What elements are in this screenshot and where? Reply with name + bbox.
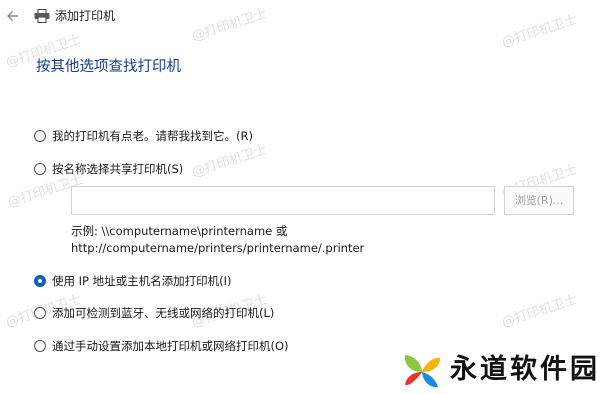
option-label: 按名称选择共享打印机(S) <box>52 162 184 176</box>
option-label: 我的打印机有点老。请帮我找到它。(R) <box>52 129 253 143</box>
page-title: 按其他选项查找打印机 <box>36 59 181 75</box>
brand-text: 永道软件园 <box>450 354 600 385</box>
window-title: 添加打印机 <box>55 9 116 23</box>
radio-button[interactable] <box>34 307 46 319</box>
radio-button-selected[interactable] <box>34 275 46 287</box>
brand-watermark: 永道软件园 <box>400 348 600 394</box>
option-ip-hostname[interactable]: 使用 IP 地址或主机名添加打印机(I) <box>34 272 232 290</box>
brand-logo-icon <box>404 355 440 388</box>
example-text-line1: 示例: \\computername\printername 或 <box>71 224 288 238</box>
back-arrow-icon <box>7 11 18 21</box>
radio-button[interactable] <box>34 163 46 175</box>
example-text-line2: http://computername/printers/printername… <box>71 241 365 255</box>
option-older-printer[interactable]: 我的打印机有点老。请帮我找到它。(R) <box>34 127 253 145</box>
radio-button[interactable] <box>34 130 46 142</box>
radio-button[interactable] <box>34 340 46 352</box>
option-bluetooth-wireless[interactable]: 添加可检测到蓝牙、无线或网络的打印机(L) <box>34 304 274 322</box>
watermark: @打印机卫士 <box>500 292 580 331</box>
back-button[interactable] <box>4 6 22 26</box>
printer-icon <box>34 9 50 23</box>
browse-button[interactable]: 浏览(R)... <box>504 186 574 215</box>
option-shared-printer[interactable]: 按名称选择共享打印机(S) <box>34 160 183 178</box>
option-label: 使用 IP 地址或主机名添加打印机(I) <box>52 274 232 288</box>
shared-printer-name-input[interactable] <box>71 186 495 215</box>
title-bar: 添加打印机 <box>0 0 600 34</box>
option-manual-settings[interactable]: 通过手动设置添加本地打印机或网络打印机(O) <box>34 337 289 355</box>
option-label: 通过手动设置添加本地打印机或网络打印机(O) <box>52 339 289 353</box>
option-label: 添加可检测到蓝牙、无线或网络的打印机(L) <box>52 306 275 320</box>
